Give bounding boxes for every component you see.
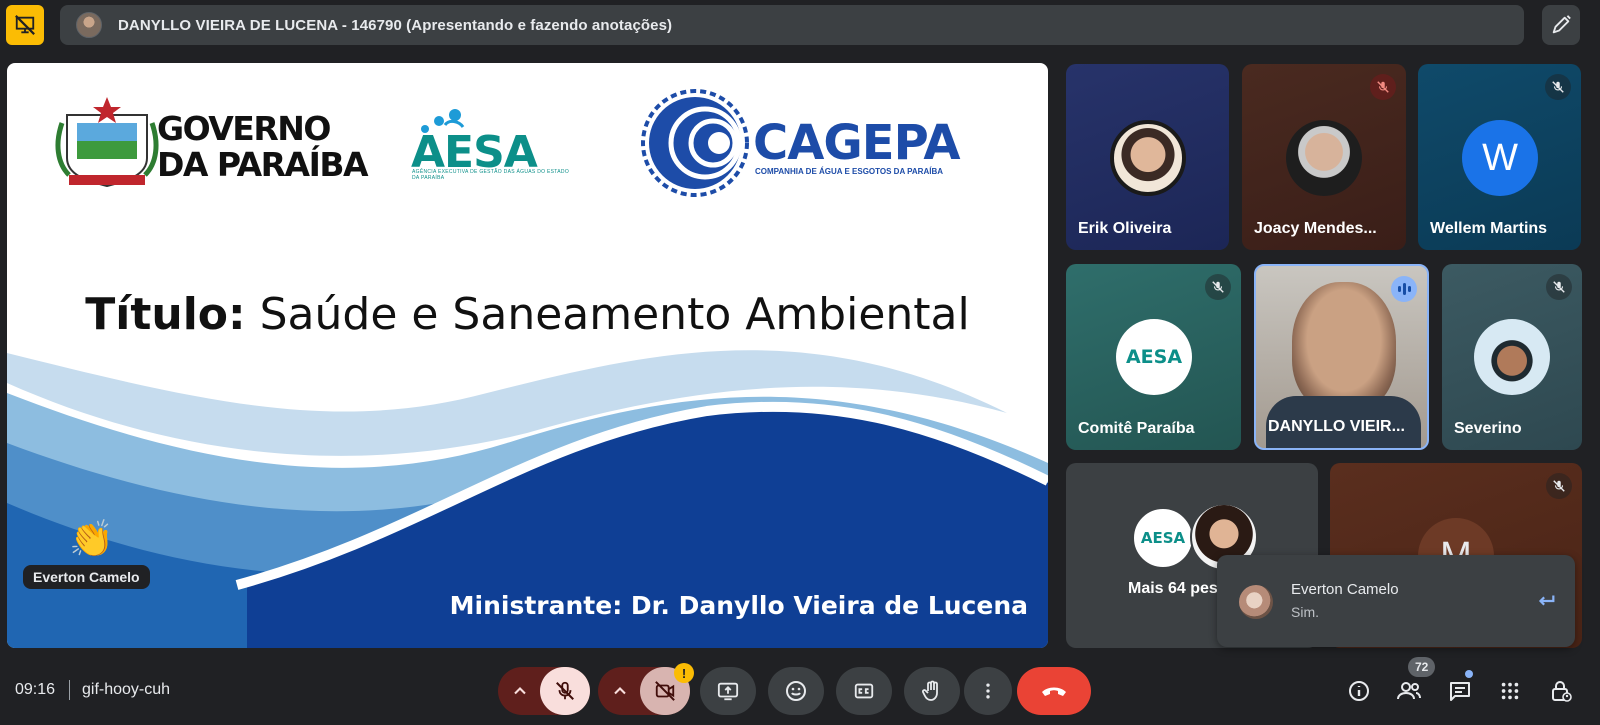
participant-name: Severino xyxy=(1454,420,1522,437)
participant-initial-avatar: W xyxy=(1462,120,1538,196)
mic-off-icon xyxy=(1552,81,1564,93)
camera-off-icon xyxy=(655,681,675,701)
bottom-control-bar: 09:16 gif-hooy-cuh ! xyxy=(0,655,1600,725)
closed-captions-icon xyxy=(854,683,874,699)
muted-indicator xyxy=(1370,74,1396,100)
emoji-icon xyxy=(786,681,806,701)
presenter-banner: DANYLLO VIEIRA DE LUCENA - 146790 (Apres… xyxy=(60,5,1524,45)
participant-count-badge: 72 xyxy=(1408,657,1436,677)
participant-initial: W xyxy=(1482,136,1518,179)
presenter-avatar xyxy=(76,12,102,38)
hang-up-icon xyxy=(1042,687,1066,696)
clock-time: 09:16 xyxy=(15,681,56,698)
participant-video-face xyxy=(1292,282,1396,412)
muted-indicator xyxy=(1546,473,1572,499)
reactions-button[interactable] xyxy=(768,667,824,715)
chat-button[interactable] xyxy=(1446,677,1474,705)
present-screen-icon xyxy=(717,682,739,701)
info-icon xyxy=(1349,681,1369,701)
mic-off-icon xyxy=(1377,81,1389,93)
participant-tile-comite[interactable]: AESA Comitê Paraíba xyxy=(1066,264,1241,450)
raise-hand-button[interactable] xyxy=(904,667,960,715)
muted-indicator xyxy=(1546,274,1572,300)
presenter-banner-text: DANYLLO VIEIRA DE LUCENA - 146790 (Apres… xyxy=(118,16,673,34)
cagepa-logo-mark xyxy=(641,89,749,197)
apps-grid-icon xyxy=(1501,682,1519,700)
captions-button[interactable] xyxy=(836,667,892,715)
aesa-logo-avatar: AESA xyxy=(1116,319,1192,395)
participant-name: Comitê Paraíba xyxy=(1078,420,1195,437)
more-options-button[interactable] xyxy=(964,667,1012,715)
participant-tile-wellem[interactable]: W Wellem Martins xyxy=(1418,64,1581,250)
slide-minister-text: Ministrante: Dr. Danyllo Vieira de Lucen… xyxy=(449,591,1028,620)
raise-hand-icon xyxy=(922,680,938,701)
annotate-pen-icon xyxy=(1552,15,1571,34)
toast-reply-button[interactable] xyxy=(1531,586,1561,616)
participant-tile-severino[interactable]: Severino xyxy=(1442,264,1582,450)
toast-sender-name: Everton Camelo xyxy=(1291,581,1399,598)
present-now-button[interactable] xyxy=(700,667,756,715)
people-button[interactable] xyxy=(1395,677,1423,705)
governo-paraiba-logo-text: GOVERNO DA PARAÍBA xyxy=(157,109,369,184)
microphone-toggle-button[interactable] xyxy=(540,667,590,715)
participant-name: DANYLLO VIEIR... xyxy=(1268,418,1405,435)
more-vert-icon xyxy=(986,683,990,699)
toast-message: Sim. xyxy=(1291,604,1319,620)
lock-person-icon xyxy=(1552,681,1572,702)
aesa-logo-avatar: AESA xyxy=(1132,507,1194,569)
camera-warning-badge: ! xyxy=(674,663,694,683)
aesa-logo-subtitle: AGÊNCIA EXECUTIVA DE GESTÃO DAS ÁGUAS DO… xyxy=(412,169,570,181)
chevron-up-icon[interactable] xyxy=(510,681,530,701)
presentation-slide: GOVERNO DA PARAÍBA AESA AGÊNCIA EXECUTIV… xyxy=(7,63,1048,648)
chat-message-toast[interactable]: Everton Camelo Sim. xyxy=(1217,555,1575,647)
aesa-avatar-text: AESA xyxy=(1140,529,1186,547)
mic-off-icon xyxy=(1553,281,1565,293)
slide-title-label: Título: xyxy=(85,289,246,340)
meeting-code: gif-hooy-cuh xyxy=(82,681,171,698)
toast-sender-avatar xyxy=(1239,585,1273,619)
participant-avatar xyxy=(1286,120,1362,196)
speaking-indicator xyxy=(1391,276,1417,302)
mic-control-group xyxy=(498,667,590,715)
activities-button[interactable] xyxy=(1496,677,1524,705)
reply-arrow-icon xyxy=(1538,595,1555,606)
participant-name: Joacy Mendes... xyxy=(1254,220,1377,237)
people-icon xyxy=(1397,682,1421,700)
muted-indicator xyxy=(1545,74,1571,100)
clap-reaction-emoji: 👏 xyxy=(69,518,114,559)
mic-off-icon xyxy=(1553,480,1565,492)
muted-indicator xyxy=(1205,274,1231,300)
participant-tile-joacy[interactable]: Joacy Mendes... xyxy=(1242,64,1406,250)
mic-off-icon xyxy=(1212,281,1224,293)
cagepa-logo-subtitle: COMPANHIA DE ÁGUA E ESGOTOS DA PARAÍBA xyxy=(755,167,944,176)
divider xyxy=(69,680,70,700)
annotate-button[interactable] xyxy=(1542,5,1580,45)
presentation-off-button[interactable] xyxy=(6,5,44,45)
participant-name: Erik Oliveira xyxy=(1078,220,1172,237)
top-bar: DANYLLO VIEIRA DE LUCENA - 146790 (Apres… xyxy=(0,0,1600,52)
chat-unread-dot xyxy=(1465,670,1473,678)
participant-avatar xyxy=(1110,120,1186,196)
aesa-avatar-text: AESA xyxy=(1125,346,1183,368)
participant-tile-erik[interactable]: Erik Oliveira xyxy=(1066,64,1229,250)
slide-title: Título: Saúde e Saneamento Ambiental xyxy=(7,289,1048,340)
slide-title-text: Saúde e Saneamento Ambiental xyxy=(245,289,970,340)
meeting-details-button[interactable] xyxy=(1345,677,1373,705)
presentation-off-icon xyxy=(15,15,35,35)
reaction-sender-name: Everton Camelo xyxy=(23,565,150,589)
participant-avatar xyxy=(1474,319,1550,395)
mic-off-icon xyxy=(556,681,574,700)
paraiba-coat-of-arms xyxy=(55,97,159,188)
chevron-up-icon[interactable] xyxy=(610,681,630,701)
cagepa-logo-text: CAGEPA xyxy=(753,115,960,171)
chat-icon xyxy=(1450,682,1470,701)
host-controls-button[interactable] xyxy=(1547,677,1575,705)
participant-tile-danyllo[interactable]: DANYLLO VIEIR... xyxy=(1254,264,1429,450)
leave-call-button[interactable] xyxy=(1017,667,1091,715)
participant-name: Wellem Martins xyxy=(1430,220,1548,237)
more-participants-label: Mais 64 pes xyxy=(1128,580,1218,597)
